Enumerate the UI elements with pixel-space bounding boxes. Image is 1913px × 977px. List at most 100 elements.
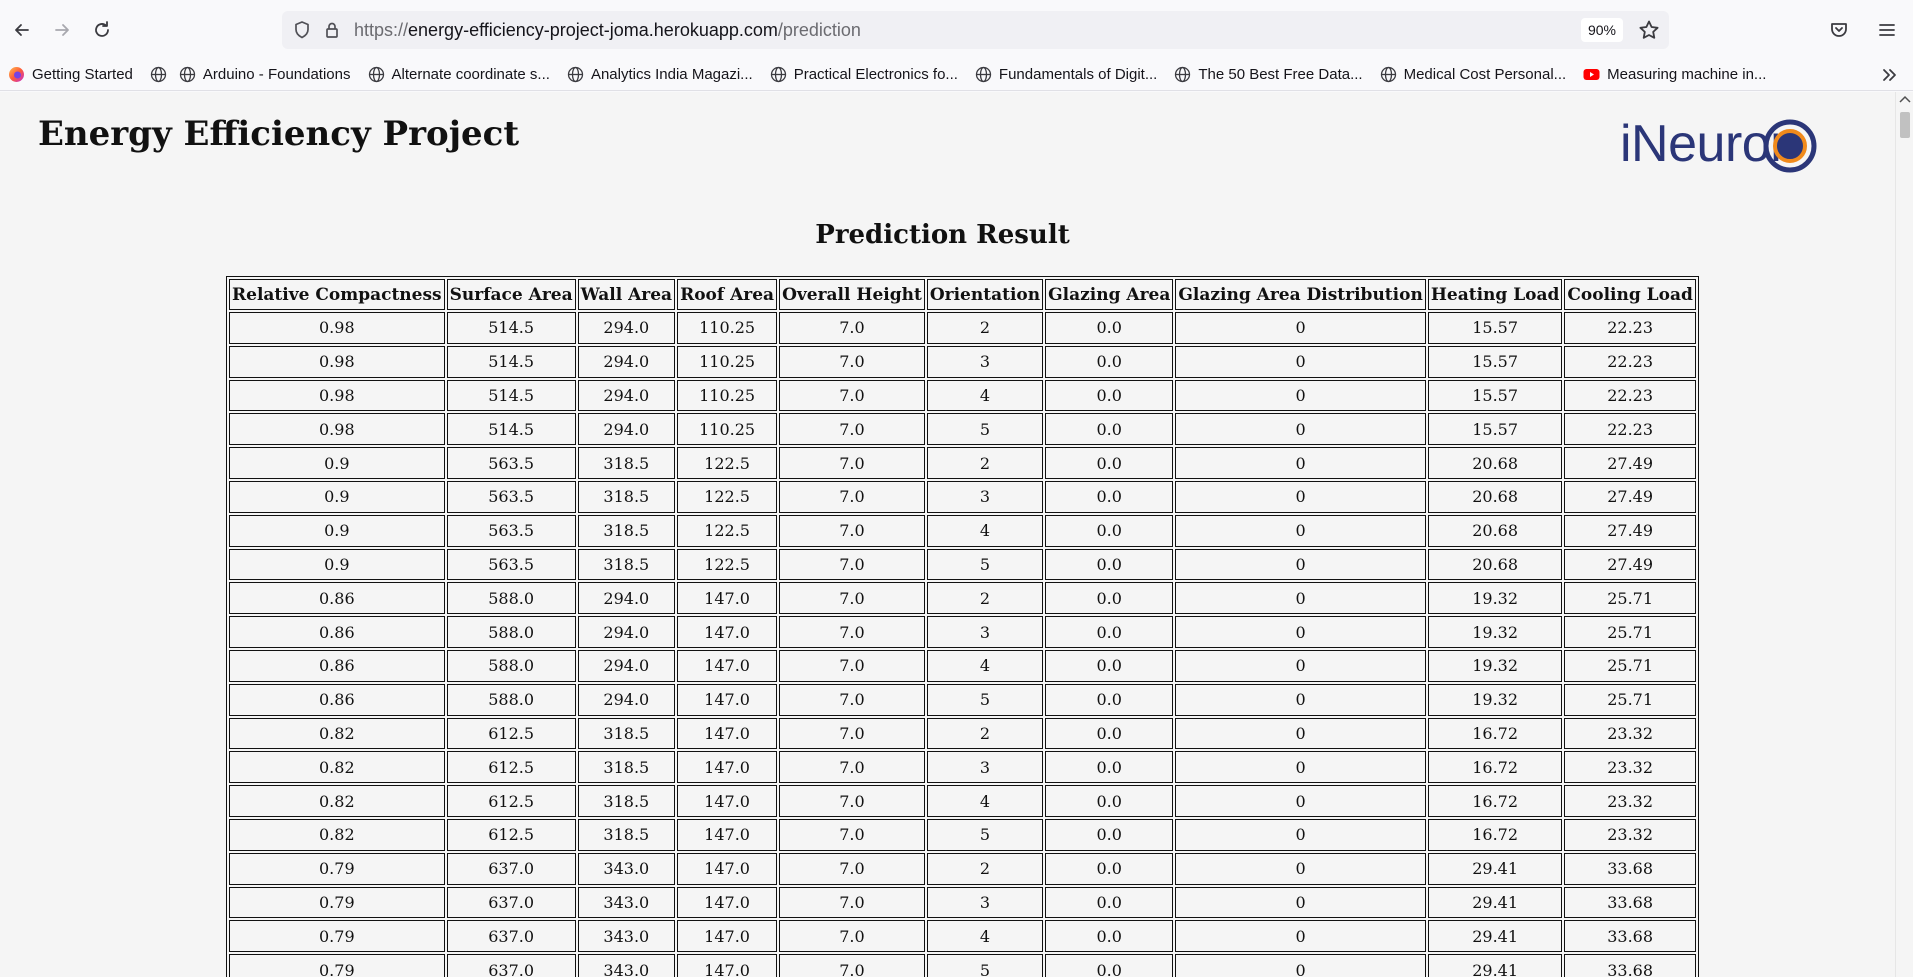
table-cell: 7.0 <box>779 345 925 378</box>
table-cell: 294.0 <box>577 379 676 412</box>
table-cell: 3 <box>926 480 1044 513</box>
globe-icon[interactable] <box>150 66 167 83</box>
table-cell: 2 <box>926 312 1044 344</box>
bookmark-label: The 50 Best Free Data... <box>1198 66 1363 83</box>
globe-icon <box>770 66 787 83</box>
column-header: Glazing Area Distribution <box>1175 279 1426 310</box>
pocket-button[interactable] <box>1819 10 1859 50</box>
column-header: Roof Area <box>677 279 778 310</box>
url-prefix: https:// <box>354 19 409 40</box>
scroll-up-arrow-icon[interactable] <box>1899 94 1911 104</box>
bookmark-50-best-free-data[interactable]: The 50 Best Free Data... <box>1174 66 1363 83</box>
bookmark-label: Practical Electronics fo... <box>793 66 958 83</box>
address-bar[interactable]: https://energy-efficiency-project-joma.h… <box>282 11 1669 49</box>
table-cell: 0.98 <box>229 312 445 344</box>
shield-icon[interactable] <box>292 20 312 40</box>
bookmark-alternate-coordinate[interactable]: Alternate coordinate s... <box>368 66 550 83</box>
table-cell: 20.68 <box>1427 548 1563 581</box>
bookmark-analytics-india[interactable]: Analytics India Magazi... <box>567 66 753 83</box>
table-cell: 27.49 <box>1564 514 1696 547</box>
globe-icon <box>368 66 385 83</box>
bookmarks-toolbar: Getting Started Arduino - Foundations Al… <box>0 59 1913 91</box>
table-cell: 147.0 <box>677 717 778 750</box>
url-text[interactable]: https://energy-efficiency-project-joma.h… <box>354 20 861 41</box>
table-cell: 7.0 <box>779 785 925 817</box>
table-cell: 16.72 <box>1427 785 1563 817</box>
table-cell: 343.0 <box>577 886 676 919</box>
table-cell: 7.0 <box>779 954 925 977</box>
bookmark-getting-started[interactable]: Getting Started <box>8 66 133 83</box>
table-cell: 5 <box>926 413 1044 446</box>
table-cell: 0.86 <box>229 683 445 716</box>
pocket-icon <box>1831 23 1847 37</box>
hamburger-menu-icon <box>1879 24 1895 36</box>
table-row: 0.98 514.5 294.0 110.25 7.0 4 0.0 0 15.57 22.23 <box>229 379 1696 412</box>
table-cell: 25.71 <box>1564 683 1696 716</box>
table-cell: 612.5 <box>446 751 576 784</box>
table-cell: 318.5 <box>577 751 676 784</box>
firefox-icon <box>8 66 25 83</box>
column-header: Orientation <box>926 279 1044 310</box>
table-cell: 637.0 <box>446 920 576 953</box>
table-cell: 25.71 <box>1564 616 1696 648</box>
table-cell: 2 <box>926 852 1044 885</box>
table-row: 0.9 563.5 318.5 122.5 7.0 4 0.0 0 20.68 27.49 <box>229 514 1696 547</box>
table-cell: 4 <box>926 649 1044 682</box>
table-cell: 7.0 <box>779 920 925 953</box>
table-cell: 0.86 <box>229 649 445 682</box>
table-cell: 33.68 <box>1564 920 1696 953</box>
table-cell: 0 <box>1175 717 1426 750</box>
ineuron-logo: iNeuron <box>1620 112 1850 180</box>
table-cell: 2 <box>926 447 1044 479</box>
globe-icon <box>1380 66 1397 83</box>
reload-button[interactable] <box>82 10 122 50</box>
chevron-double-right-icon[interactable] <box>1879 65 1899 85</box>
scrollbar-thumb[interactable] <box>1900 112 1910 138</box>
table-cell: 0.98 <box>229 379 445 412</box>
url-path: /prediction <box>777 19 861 40</box>
reload-icon <box>95 20 109 37</box>
table-cell: 19.32 <box>1427 649 1563 682</box>
table-cell: 0 <box>1175 312 1426 344</box>
bookmark-label: Fundamentals of Digit... <box>998 66 1158 83</box>
table-cell: 7.0 <box>779 379 925 412</box>
menu-button[interactable] <box>1867 10 1907 50</box>
table-cell: 318.5 <box>577 447 676 479</box>
lock-icon[interactable] <box>322 20 342 40</box>
bookmark-practical-electronics[interactable]: Practical Electronics fo... <box>770 66 958 83</box>
vertical-scrollbar[interactable] <box>1895 92 1913 977</box>
table-cell: 110.25 <box>677 379 778 412</box>
table-cell: 23.32 <box>1564 818 1696 851</box>
zoom-level-button[interactable]: 90% <box>1580 18 1623 42</box>
bookmark-measuring-machine[interactable]: Measuring machine in... <box>1583 66 1766 83</box>
table-cell: 7.0 <box>779 649 925 682</box>
back-button[interactable] <box>2 10 42 50</box>
table-cell: 0 <box>1175 616 1426 648</box>
table-cell: 0.98 <box>229 413 445 446</box>
bookmark-arduino[interactable]: Arduino - Foundations <box>179 66 351 83</box>
table-cell: 147.0 <box>677 785 778 817</box>
table-cell: 19.32 <box>1427 616 1563 648</box>
table-cell: 7.0 <box>779 480 925 513</box>
table-cell: 294.0 <box>577 649 676 682</box>
table-cell: 0.0 <box>1045 312 1174 344</box>
table-cell: 4 <box>926 785 1044 817</box>
table-cell: 0 <box>1175 751 1426 784</box>
bookmark-star-icon[interactable] <box>1638 19 1660 41</box>
bookmark-fundamentals-digital[interactable]: Fundamentals of Digit... <box>975 66 1157 83</box>
table-cell: 7.0 <box>779 548 925 581</box>
table-cell: 588.0 <box>446 649 576 682</box>
table-cell: 29.41 <box>1427 852 1563 885</box>
table-cell: 563.5 <box>446 548 576 581</box>
table-cell: 5 <box>926 954 1044 977</box>
table-cell: 318.5 <box>577 818 676 851</box>
bookmark-medical-cost[interactable]: Medical Cost Personal... <box>1380 66 1566 83</box>
table-cell: 0 <box>1175 954 1426 977</box>
table-row: 0.86 588.0 294.0 147.0 7.0 2 0.0 0 19.32 25.71 <box>229 582 1696 615</box>
toolbar-right <box>1819 10 1907 50</box>
table-cell: 19.32 <box>1427 582 1563 615</box>
table-cell: 16.72 <box>1427 751 1563 784</box>
table-cell: 7.0 <box>779 413 925 446</box>
table-cell: 7.0 <box>779 616 925 648</box>
forward-button[interactable] <box>42 10 82 50</box>
